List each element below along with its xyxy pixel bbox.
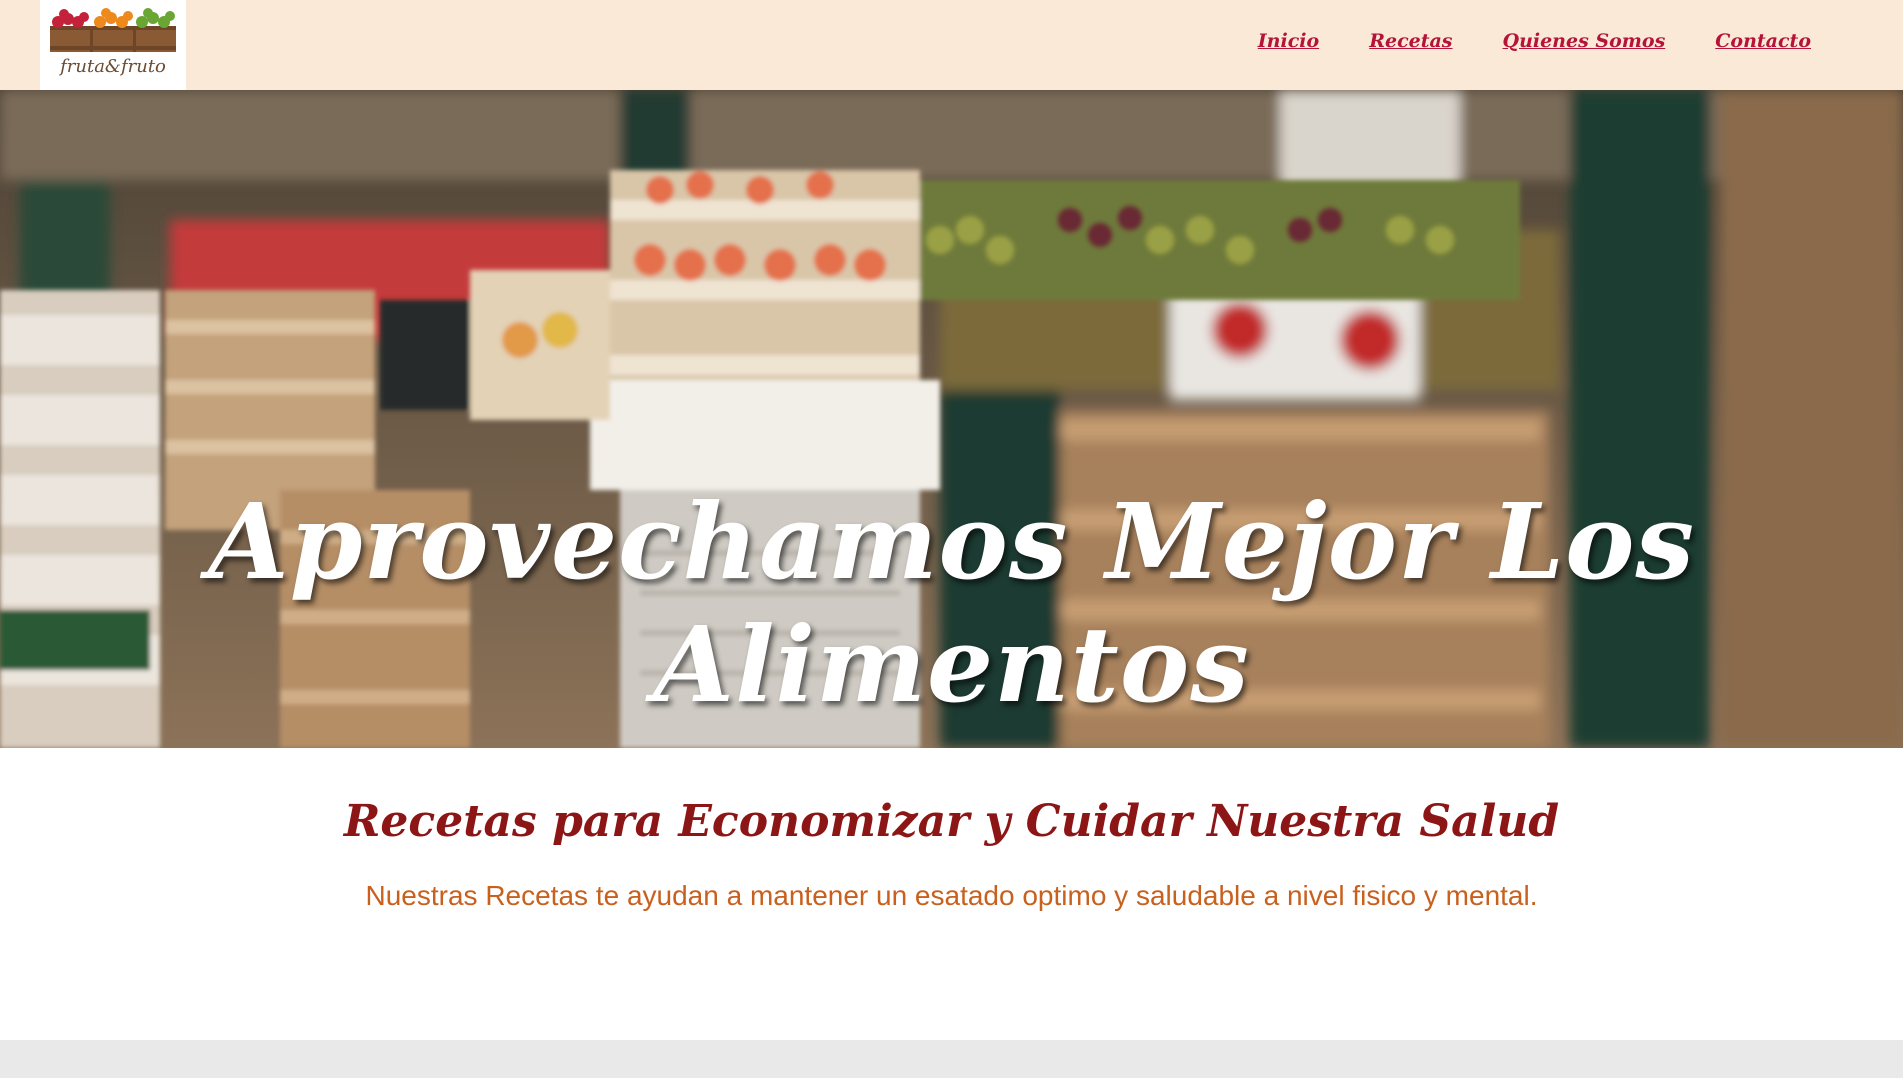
- hero-title: Aprovechamos Mejor Los Alimentos: [208, 480, 1695, 726]
- section-title: Recetas para Economizar y Cuidar Nuestra…: [343, 796, 1560, 847]
- site-logo[interactable]: fruta&fruto: [40, 0, 186, 90]
- nav-inicio[interactable]: Inicio: [1258, 30, 1319, 52]
- main-nav: Inicio Recetas Quienes Somos Contacto: [1258, 30, 1811, 52]
- nav-contacto[interactable]: Contacto: [1715, 30, 1811, 52]
- section-description: Nuestras Recetas te ayudan a mantener un…: [365, 880, 1538, 911]
- hero-banner: Aprovechamos Mejor Los Alimentos: [0, 90, 1903, 748]
- site-header: fruta&fruto Inicio Recetas Quienes Somos…: [0, 0, 1903, 90]
- nav-quienes-somos[interactable]: Quienes Somos: [1503, 30, 1666, 52]
- page: fruta&fruto Inicio Recetas Quienes Somos…: [0, 0, 1903, 1040]
- nav-recetas[interactable]: Recetas: [1369, 30, 1452, 52]
- logo-text: fruta&fruto: [60, 56, 166, 77]
- fruit-crates-icon: [50, 8, 176, 52]
